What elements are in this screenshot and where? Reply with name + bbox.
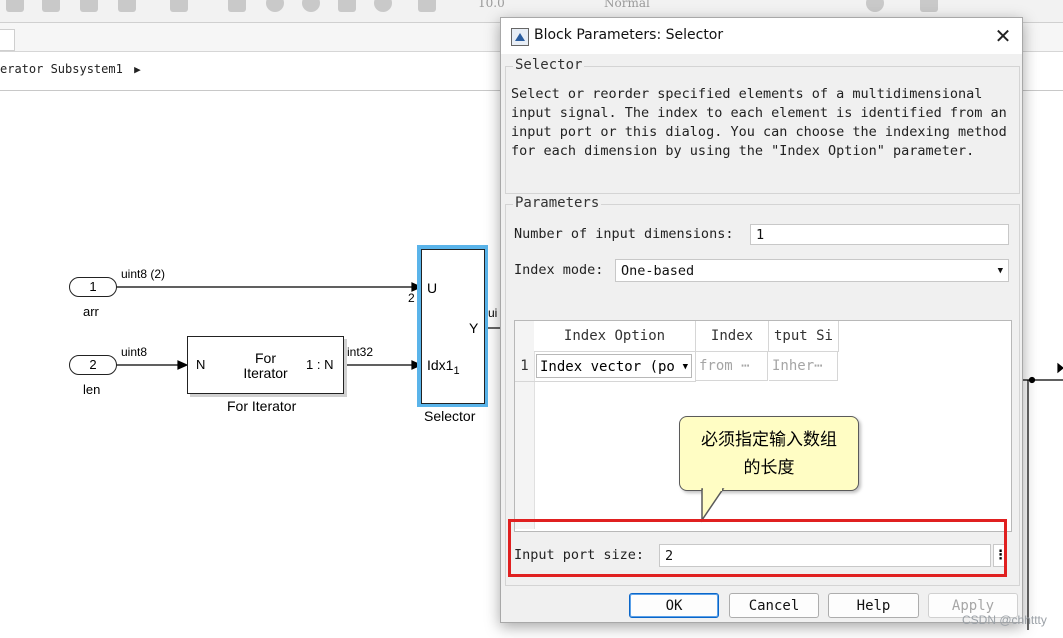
block-icon-glyph — [515, 33, 525, 41]
inport-len-number: 2 — [89, 357, 97, 372]
table-header-index: Index — [696, 321, 769, 352]
index-option-value: Index vector (po — [540, 359, 675, 375]
block-description: Select or reorder specified elements of … — [511, 86, 1007, 159]
table-header-index-option: Index Option — [534, 321, 696, 352]
index-mode-select[interactable]: One-based ▼ — [615, 259, 1009, 282]
output-size-cell[interactable]: Inher⋯ — [769, 351, 838, 381]
branch-point — [1028, 376, 1036, 384]
len-signal-label: uint8 — [121, 345, 148, 359]
index-option-select[interactable]: Index vector (po ▼ — [536, 354, 692, 378]
inport-len-name: len — [83, 382, 101, 397]
inport-arr-name: arr — [83, 304, 99, 319]
table-header-output-size: tput Si — [769, 321, 839, 352]
dialog-title: Block Parameters: Selector — [534, 27, 724, 43]
cancel-button[interactable]: Cancel — [729, 593, 819, 618]
ok-button[interactable]: OK — [629, 593, 719, 618]
inport-arr[interactable]: 1 — [69, 277, 117, 297]
chevron-down-icon: ▼ — [997, 266, 1003, 276]
num-dims-field[interactable]: 1 — [750, 224, 1009, 245]
selector-port-y: Y — [469, 320, 479, 336]
for-iterator-port-out: 1 : N — [306, 357, 334, 372]
table-row-number: 1 — [515, 351, 534, 382]
right-arrowhead — [1057, 362, 1063, 374]
selector-width-label: 2 — [408, 291, 415, 305]
inport-arr-number: 1 — [89, 279, 97, 294]
highlight-box — [508, 519, 1007, 577]
len-arrowhead — [177, 360, 189, 370]
selector-block[interactable]: U Idx11 Y — [421, 249, 485, 404]
selector-port-u: U — [427, 280, 438, 296]
int32-signal-label: int32 — [347, 345, 374, 359]
index-cell[interactable]: from ⋯ — [696, 351, 768, 381]
index-mode-label: Index mode: — [514, 262, 604, 278]
watermark: CSDN @chhttty — [962, 613, 1047, 627]
parameters-group-title: Parameters — [513, 195, 602, 211]
selector-port-idx1-sub: 1 — [453, 364, 460, 377]
selector-port-idx1-label: Idx1 — [427, 357, 454, 373]
close-icon[interactable]: ✕ — [991, 24, 1015, 48]
num-dims-label: Number of input dimensions: — [514, 226, 734, 242]
selector-port-idx1: Idx11 — [427, 357, 460, 377]
annotation-callout: 必须指定输入数组的长度 — [679, 416, 859, 491]
selector-name: Selector — [424, 408, 476, 424]
for-iterator-name: For Iterator — [227, 398, 297, 414]
for-iterator-block[interactable]: N For Iterator 1 : N — [187, 336, 344, 394]
simulink-block-icon — [511, 28, 529, 46]
table-row[interactable]: Index vector (po ▼ — [534, 351, 696, 382]
arr-signal-label: uint8 (2) — [121, 267, 166, 281]
help-button[interactable]: Help — [828, 593, 919, 618]
index-mode-value: One-based — [621, 263, 695, 279]
inport-len[interactable]: 2 — [69, 355, 117, 375]
description-group-title: Selector — [513, 57, 585, 73]
callout-text: 必须指定输入数组的长度 — [701, 430, 837, 478]
selector-out-signal-label: ui — [488, 306, 498, 320]
chevron-down-icon: ▼ — [682, 355, 688, 377]
